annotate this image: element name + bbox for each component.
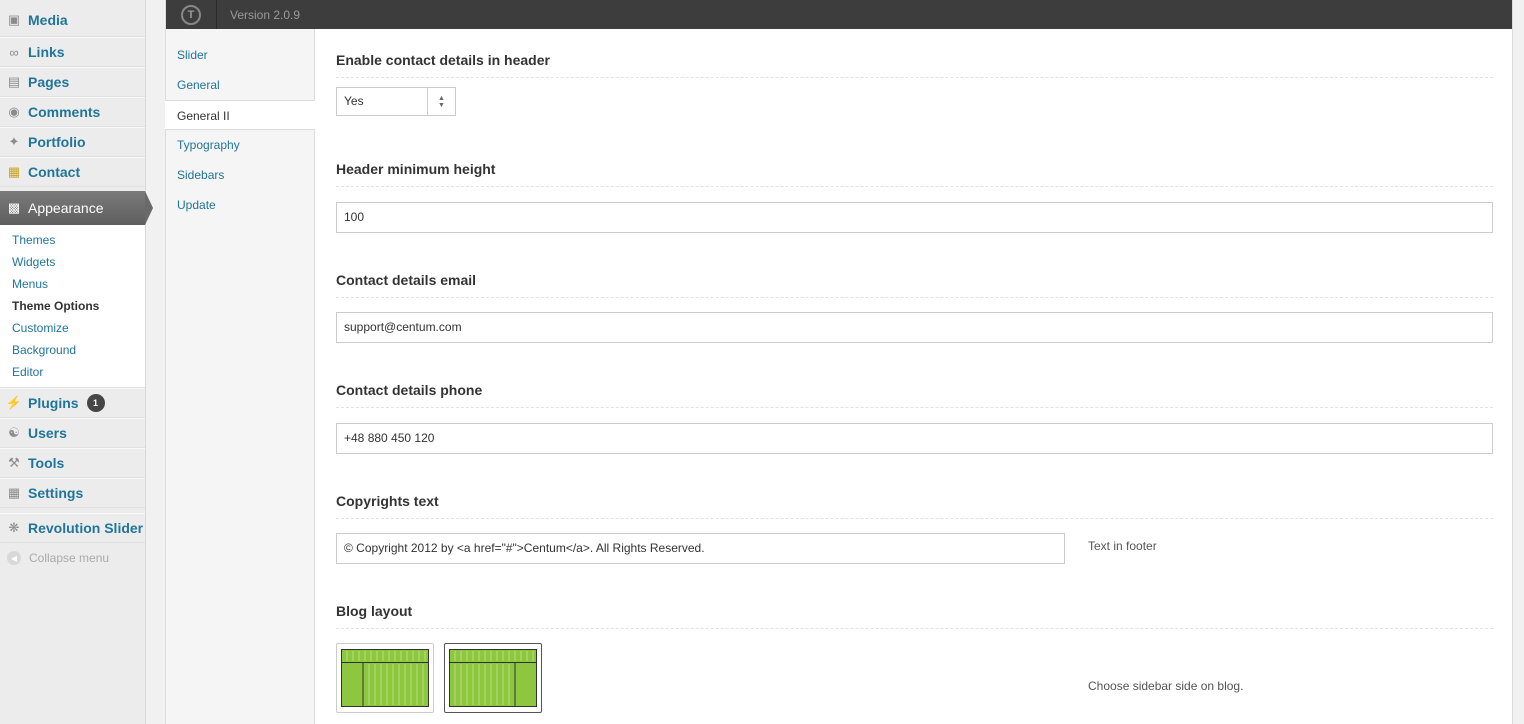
divider — [336, 518, 1493, 519]
version-label: Version 2.0.9 — [230, 7, 301, 22]
contact-phone-input[interactable]: +48 880 450 120 — [336, 423, 1493, 454]
collapse-arrow-icon: ◀ — [7, 551, 21, 565]
submenu-item-customize[interactable]: Customize — [0, 317, 145, 339]
update-count-badge: 1 — [86, 394, 105, 412]
options-tabs: Slider General General II Typography Sid… — [165, 29, 315, 724]
admin-sidebar: ▣ Media ∞ Links ▤ Pages ◉ Comments ✦ Por… — [0, 0, 153, 724]
option-blog-layout: Blog layout Choose sidebar side on blog. — [336, 601, 1493, 713]
menu-item-plugins[interactable]: ⚡ Plugins 1 — [0, 388, 145, 418]
collapse-menu-label: Collapse menu — [29, 551, 110, 565]
tools-icon: ⚒ — [8, 455, 20, 470]
contact-icon: ▦ — [7, 164, 21, 179]
menu-item-label: Comments — [28, 104, 101, 120]
options-topbar: T Version 2.0.9 — [166, 0, 1512, 29]
users-icon: ☯ — [8, 425, 20, 440]
divider — [336, 77, 1493, 78]
option-contact-phone: Contact details phone +48 880 450 120 — [336, 380, 1493, 454]
pages-icon: ▤ — [7, 74, 21, 89]
divider — [336, 628, 1493, 629]
appearance-submenu: Themes Widgets Menus Theme Options Custo… — [0, 225, 145, 388]
menu-item-media[interactable]: ▣ Media — [0, 0, 145, 37]
submenu-item-background[interactable]: Background — [0, 339, 145, 361]
tab-slider[interactable]: Slider — [166, 40, 314, 70]
menu-item-tools[interactable]: ⚒ Tools — [0, 448, 145, 478]
divider — [336, 407, 1493, 408]
option-title: Header minimum height — [336, 161, 496, 177]
option-title: Contact details phone — [336, 382, 483, 398]
option-title: Copyrights text — [336, 493, 439, 509]
submenu-item-theme-options[interactable]: Theme Options — [0, 295, 145, 317]
collapse-menu-button[interactable]: ◀ Collapse menu — [0, 543, 145, 573]
menu-item-label: Settings — [28, 485, 84, 501]
select-arrows-icon: ▲ ▼ — [427, 88, 455, 115]
appearance-icon: ▩ — [7, 200, 21, 215]
option-contact-email: Contact details email support@centum.com — [336, 270, 1493, 343]
menu-item-appearance[interactable]: ▩ Appearance — [0, 191, 153, 225]
submenu-item-widgets[interactable]: Widgets — [0, 251, 145, 273]
menu-item-revolution-slider[interactable]: ❋ Revolution Slider — [0, 513, 145, 543]
right-sidebar-layout-icon — [449, 649, 537, 707]
submenu-item-menus[interactable]: Menus — [0, 273, 145, 295]
left-sidebar-layout-icon — [341, 649, 429, 707]
option-title: Contact details email — [336, 272, 477, 288]
submenu-item-editor[interactable]: Editor — [0, 361, 145, 383]
option-title: Blog layout — [336, 603, 413, 619]
copyrights-description: Text in footer — [1088, 539, 1157, 553]
menu-item-portfolio[interactable]: ✦ Portfolio — [0, 127, 145, 157]
contact-email-input[interactable]: support@centum.com — [336, 312, 1493, 343]
contact-header-select[interactable]: Yes ▲ ▼ — [336, 87, 456, 116]
menu-item-links[interactable]: ∞ Links — [0, 37, 145, 67]
menu-item-comments[interactable]: ◉ Comments — [0, 97, 145, 127]
option-copyrights: Copyrights text © Copyright 2012 by <a h… — [336, 491, 1493, 564]
menu-item-label: Plugins — [28, 395, 79, 411]
divider — [336, 297, 1493, 298]
blog-layout-left-sidebar[interactable] — [336, 643, 434, 713]
menu-item-label: Users — [28, 425, 67, 441]
theme-options-panel: T Version 2.0.9 Slider General General I… — [165, 0, 1513, 724]
blog-layout-right-sidebar[interactable] — [444, 643, 542, 713]
theme-logo-icon: T — [181, 4, 201, 25]
menu-item-contact[interactable]: ▦ Contact — [0, 157, 145, 187]
tab-update[interactable]: Update — [166, 190, 314, 220]
copyrights-input[interactable]: © Copyright 2012 by <a href="#">Centum</… — [336, 533, 1065, 564]
header-height-input[interactable]: 100 — [336, 202, 1493, 233]
option-title: Enable contact details in header — [336, 52, 550, 68]
menu-item-label: Tools — [28, 455, 65, 471]
media-icon: ▣ — [7, 12, 21, 27]
links-icon: ∞ — [9, 44, 19, 60]
blog-layout-description: Choose sidebar side on blog. — [1088, 679, 1244, 693]
revolution-slider-icon: ❋ — [8, 520, 20, 535]
divider — [336, 186, 1493, 187]
portfolio-icon: ✦ — [8, 134, 20, 149]
tab-sidebars[interactable]: Sidebars — [166, 160, 314, 190]
theme-logo: T — [166, 0, 217, 29]
menu-item-pages[interactable]: ▤ Pages — [0, 67, 145, 97]
option-header-height: Header minimum height 100 — [336, 159, 1493, 233]
menu-item-label: Appearance — [28, 200, 104, 216]
tab-typography[interactable]: Typography — [166, 130, 314, 160]
submenu-item-themes[interactable]: Themes — [0, 229, 145, 251]
menu-item-label: Portfolio — [28, 134, 86, 150]
comments-icon: ◉ — [8, 104, 20, 119]
menu-item-label: Pages — [28, 74, 70, 90]
menu-item-label: Contact — [28, 164, 81, 180]
tab-general[interactable]: General — [166, 70, 314, 100]
menu-item-settings[interactable]: ▦ Settings — [0, 478, 145, 508]
menu-item-users[interactable]: ☯ Users — [0, 418, 145, 448]
menu-item-label: Links — [28, 44, 65, 60]
plugins-icon: ⚡ — [5, 395, 23, 410]
menu-item-label: Media — [28, 12, 68, 28]
option-contact-header: Enable contact details in header Yes ▲ ▼ — [336, 50, 1493, 116]
tab-general-ii[interactable]: General II — [165, 100, 315, 130]
select-value: Yes — [344, 94, 364, 108]
settings-icon: ▦ — [7, 485, 21, 500]
menu-item-label: Revolution Slider — [28, 520, 144, 536]
